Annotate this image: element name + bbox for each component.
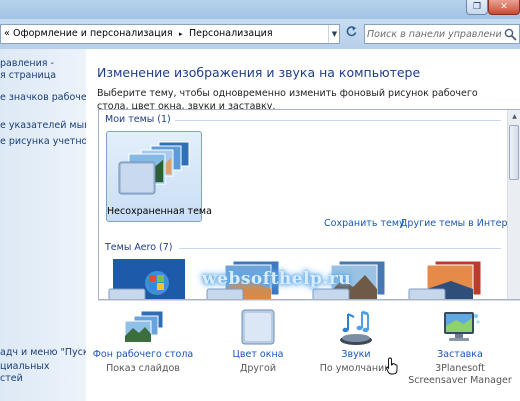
search-box[interactable] <box>364 24 520 44</box>
nav-link-ease-of-access-line2[interactable]: стей <box>0 373 86 385</box>
title-bar: ❐ ✕ <box>0 0 520 19</box>
aero-theme-nature[interactable] <box>405 259 491 300</box>
address-bar-row: « Оформление и персонализация ▸ Персонал… <box>0 19 520 49</box>
more-themes-online-link[interactable]: Другие темы в Интернете <box>400 218 520 229</box>
themes-scrollbar[interactable]: ▲ <box>507 110 520 299</box>
refresh-icon <box>346 26 357 37</box>
scroll-up-arrow-icon[interactable]: ▲ <box>508 110 520 123</box>
search-input[interactable] <box>367 26 501 42</box>
breadcrumb-item-personalization[interactable]: Персонализация <box>189 28 273 39</box>
aero-theme-windows7[interactable] <box>105 259 191 300</box>
nav-link-ease-of-access-line1[interactable]: циальных <box>0 361 86 373</box>
screensaver-icon <box>444 312 480 341</box>
breadcrumb-item-appearance[interactable]: Оформление и персонализация <box>13 28 173 39</box>
screensaver-value: 3Planesoft Screensaver Manager <box>408 363 512 386</box>
main-content: Изменение изображения и звука на компьют… <box>86 49 520 401</box>
nav-link-taskbar-start-menu[interactable]: адч и меню "Пуск" <box>0 347 86 359</box>
page-title: Изменение изображения и звука на компьют… <box>97 65 421 80</box>
refresh-button[interactable] <box>343 25 360 43</box>
desktop-background-value: Показ слайдов <box>106 363 180 374</box>
desktop-background-label[interactable]: Фон рабочего стола <box>88 349 198 360</box>
nav-link-control-panel-home-line2[interactable]: я страница <box>0 70 86 82</box>
scroll-thumb[interactable] <box>509 125 519 180</box>
group-divider <box>175 120 501 121</box>
sounds-icon <box>340 310 372 345</box>
chevron-down-icon: ▼ <box>331 30 338 38</box>
close-button[interactable]: ✕ <box>488 0 520 15</box>
nav-link-control-panel-home-line1[interactable]: равления - <box>0 58 86 70</box>
window-color-icon <box>241 309 275 345</box>
watermark-text: websofthelp.ru <box>202 269 352 289</box>
theme-tile-unsaved[interactable]: Несохраненная тема <box>106 131 212 222</box>
nav-link-desktop-icons[interactable]: е значков рабочего <box>0 92 86 104</box>
window-color-value: Другой <box>239 363 277 374</box>
nav-link-mouse-pointers[interactable]: е указателей мыши <box>0 120 86 132</box>
theme-name: Несохраненная тема <box>107 206 212 217</box>
breadcrumb-overflow-chevron[interactable]: « <box>4 28 10 39</box>
window-color-item[interactable]: Цвет окна Другой <box>203 305 313 385</box>
theme-preview-icon <box>118 141 190 195</box>
my-themes-group-label: Мои темы (1) <box>105 114 171 125</box>
address-dropdown-button[interactable]: ▼ <box>328 25 340 43</box>
screensaver-label[interactable]: Заставка <box>405 349 515 360</box>
screensaver-item[interactable]: Заставка 3Planesoft Screensaver Manager <box>405 305 515 386</box>
group-divider <box>179 248 501 249</box>
window-color-label[interactable]: Цвет окна <box>203 349 313 360</box>
desktop-background-icon <box>124 310 164 343</box>
breadcrumb-separator[interactable]: ▸ <box>179 30 183 38</box>
bottom-divider <box>98 300 520 301</box>
search-icon[interactable] <box>504 28 517 41</box>
nav-link-account-picture[interactable]: е рисунка учетной <box>0 136 86 148</box>
aero-themes-group-label: Темы Aero (7) <box>105 242 173 253</box>
hand-cursor-icon <box>386 357 398 375</box>
desktop-background-item[interactable]: Фон рабочего стола Показ слайдов <box>88 305 198 385</box>
left-navigation-pane: равления - я страница е значков рабочего… <box>0 49 86 401</box>
close-x-icon: ✕ <box>500 2 508 12</box>
save-theme-link[interactable]: Сохранить тему <box>324 218 405 229</box>
address-bar[interactable]: « Оформление и персонализация ▸ Персонал… <box>0 24 340 44</box>
restore-button[interactable]: ❐ <box>466 0 488 15</box>
restore-icon: ❐ <box>472 2 482 12</box>
